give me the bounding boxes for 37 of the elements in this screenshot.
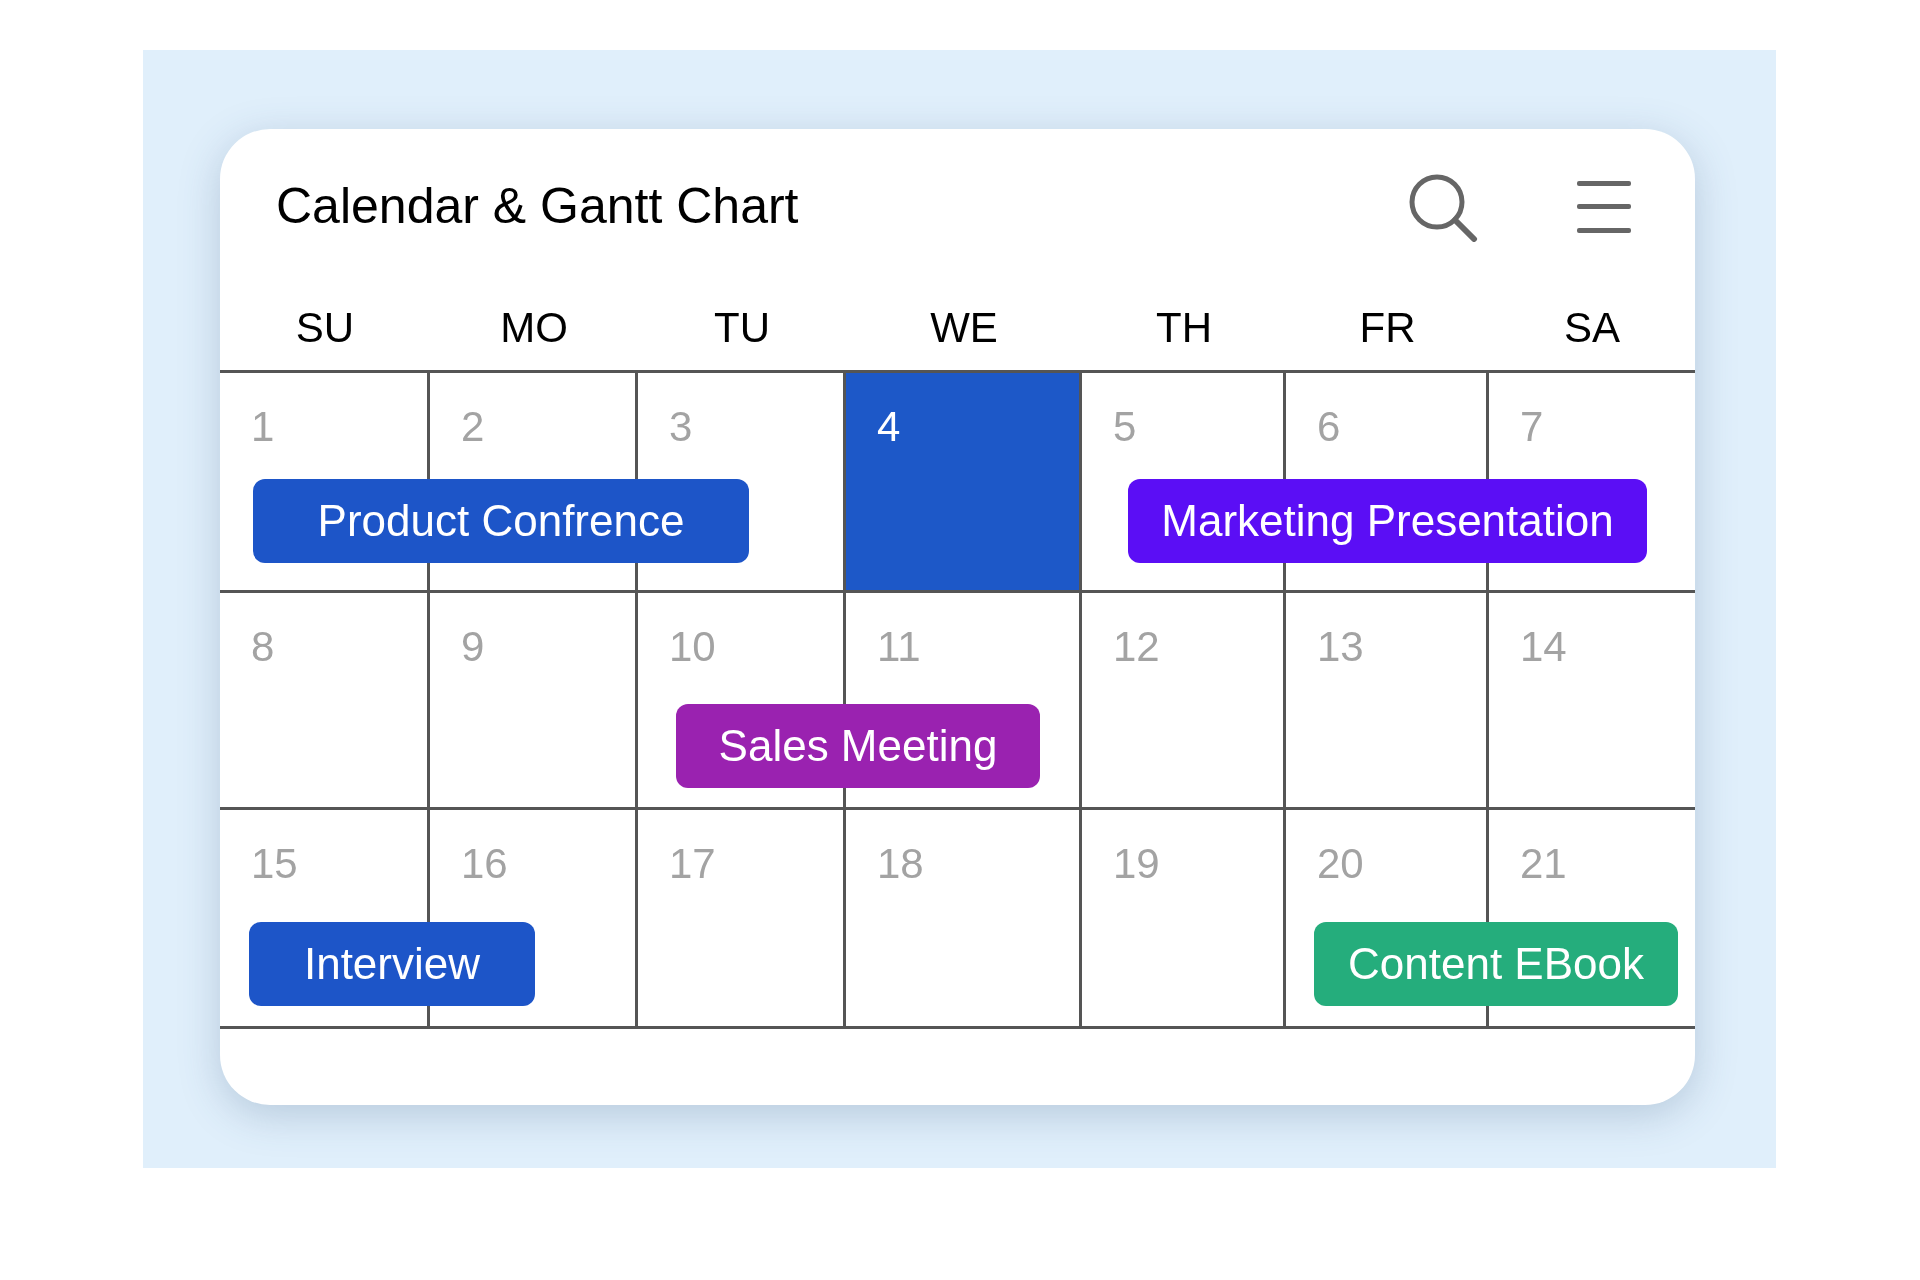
weekday-label: TH <box>1155 302 1213 353</box>
event-bar[interactable]: Marketing Presentation <box>1128 479 1647 563</box>
weekday-label: SA <box>1563 302 1621 353</box>
event-bar[interactable]: Sales Meeting <box>676 704 1040 788</box>
day-number: 21 <box>1520 840 1567 887</box>
day-cell[interactable]: 4 <box>846 373 1082 590</box>
day-number: 16 <box>461 840 508 887</box>
day-number: 20 <box>1317 840 1364 887</box>
day-number: 13 <box>1317 623 1364 670</box>
day-number: 2 <box>461 403 485 450</box>
day-number: 12 <box>1113 623 1160 670</box>
day-number: 5 <box>1113 403 1137 450</box>
weekday-label: WE <box>929 302 999 353</box>
day-number: 18 <box>877 840 924 887</box>
day-number: 15 <box>251 840 298 887</box>
day-number: 3 <box>669 403 693 450</box>
event-bar[interactable]: Interview <box>249 922 535 1006</box>
day-number: 11 <box>877 623 921 670</box>
day-number: 10 <box>669 623 716 670</box>
day-number: 1 <box>251 403 275 450</box>
day-number: 8 <box>251 623 275 670</box>
weekday-label: FR <box>1358 302 1417 353</box>
calendar-title: Calendar & Gantt Chart <box>276 177 799 236</box>
weekday-label: MO <box>499 302 569 353</box>
weekday-label: TU <box>713 302 771 353</box>
day-cell[interactable]: 8 <box>220 593 430 807</box>
day-number: 4 <box>877 403 901 450</box>
day-number: 7 <box>1520 403 1544 450</box>
menu-icon[interactable] <box>1577 178 1631 235</box>
day-number: 6 <box>1317 403 1341 450</box>
day-number: 9 <box>461 623 485 670</box>
day-number: 19 <box>1113 840 1160 887</box>
day-number: 17 <box>669 840 716 887</box>
event-bar[interactable]: Product Confrence <box>253 479 749 563</box>
day-number: 14 <box>1520 623 1567 670</box>
weekday-label: SU <box>294 302 356 353</box>
event-bar[interactable]: Content EBook <box>1314 922 1678 1006</box>
